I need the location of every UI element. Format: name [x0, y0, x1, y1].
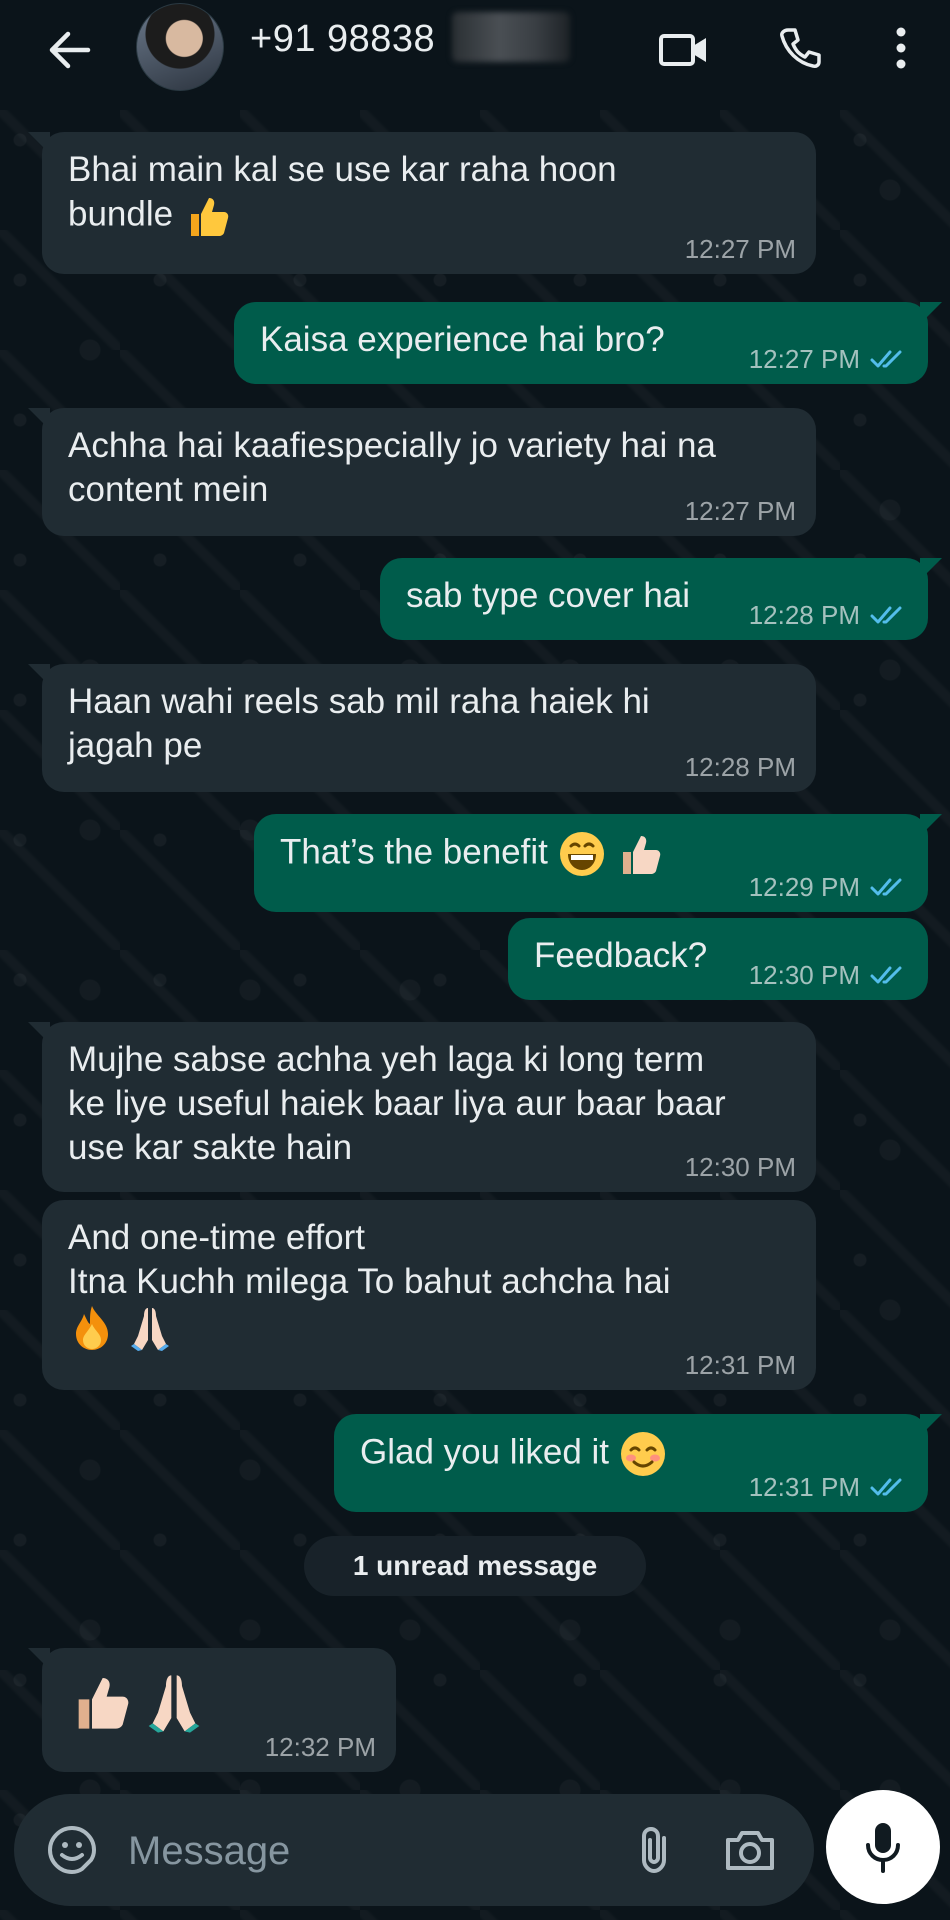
bubble-tail	[28, 664, 50, 686]
message-text: And one-time effort Itna Kuchh milega To…	[68, 1218, 671, 1301]
message-composer	[14, 1794, 814, 1906]
message-incoming[interactable]: Achha hai kaafiespecially jo variety hai…	[28, 408, 816, 536]
message-incoming[interactable]: Haan wahi reels sab mil raha haiek hi ja…	[28, 664, 816, 792]
message-time: 12:28 PM	[748, 600, 860, 630]
message-text: sab type cover hai	[406, 576, 691, 615]
voice-call-icon[interactable]	[772, 20, 828, 76]
camera-icon[interactable]	[720, 1820, 780, 1880]
folded-hands-emoji-icon	[142, 1670, 206, 1734]
message-text: Kaisa experience hai bro?	[260, 320, 665, 359]
message-time: 12:30 PM	[684, 1152, 796, 1182]
emoji-sticker-icon[interactable]	[44, 1822, 100, 1878]
message-text: Glad you liked it	[360, 1432, 610, 1472]
message-outgoing[interactable]: sab type cover hai 12:28 PM	[380, 558, 942, 640]
message-incoming[interactable]: Mujhe sabse achha yeh laga ki long term …	[28, 1022, 816, 1192]
fire-emoji-icon	[68, 1304, 116, 1352]
video-call-icon[interactable]	[656, 22, 712, 78]
thumbs-up-emoji-icon	[68, 1670, 132, 1734]
bubble-tail	[920, 814, 942, 836]
message-time: 12:27 PM	[748, 344, 860, 374]
bubble-tail	[28, 132, 50, 154]
message-time: 12:32 PM	[264, 1732, 376, 1762]
message-outgoing[interactable]: Feedback? 12:30 PM	[508, 918, 928, 1000]
message-outgoing[interactable]: Kaisa experience hai bro? 12:27 PM	[234, 302, 942, 384]
read-receipt-icon	[870, 1478, 902, 1496]
redacted-number	[452, 12, 570, 62]
bubble-tail	[920, 558, 942, 580]
message-time: 12:27 PM	[684, 496, 796, 526]
smiling-face-emoji-icon	[619, 1430, 667, 1478]
grinning-face-emoji-icon	[558, 830, 606, 878]
message-time: 12:30 PM	[748, 960, 860, 990]
read-receipt-icon	[870, 350, 902, 368]
message-time: 12:27 PM	[684, 234, 796, 264]
message-text: Achha hai kaafiespecially jo variety hai…	[68, 426, 716, 509]
message-outgoing[interactable]: That’s the benefit 12:29 PM	[254, 814, 942, 912]
message-text: Mujhe sabse achha yeh laga ki long term …	[68, 1040, 726, 1167]
message-text: Feedback?	[534, 936, 708, 975]
bubble-tail	[920, 1414, 942, 1436]
voice-message-button[interactable]	[826, 1790, 940, 1904]
chat-header: +91 98838	[0, 0, 950, 110]
more-options-icon[interactable]	[876, 18, 926, 78]
message-time: 12:28 PM	[684, 752, 796, 782]
message-text: That’s the benefit	[280, 832, 548, 872]
message-incoming[interactable]: 12:32 PM	[28, 1648, 396, 1772]
read-receipt-icon	[870, 606, 902, 624]
bubble-tail	[28, 1022, 50, 1044]
contact-name[interactable]: +91 98838	[250, 18, 435, 61]
bubble-tail	[28, 1648, 50, 1670]
thumbs-up-emoji-icon	[615, 830, 663, 878]
message-time: 12:31 PM	[684, 1350, 796, 1380]
message-time: 12:29 PM	[748, 872, 860, 902]
back-arrow-icon[interactable]	[42, 22, 98, 78]
unread-messages-divider: 1 unread message	[304, 1536, 646, 1596]
message-incoming[interactable]: And one-time effort Itna Kuchh milega To…	[42, 1200, 816, 1390]
thumbs-up-emoji-icon	[183, 192, 231, 240]
message-outgoing[interactable]: Glad you liked it 12:31 PM	[334, 1414, 942, 1512]
message-incoming[interactable]: Bhai main kal se use kar raha hoon bundl…	[28, 132, 816, 274]
attach-icon[interactable]	[626, 1820, 682, 1880]
message-text: Bhai main kal se use kar raha hoon bundl…	[68, 150, 617, 234]
message-list[interactable]: Bhai main kal se use kar raha hoon bundl…	[0, 110, 950, 1790]
contact-avatar[interactable]	[136, 3, 224, 91]
message-time: 12:31 PM	[748, 1472, 860, 1502]
message-input[interactable]	[126, 1820, 610, 1882]
read-receipt-icon	[870, 966, 902, 984]
read-receipt-icon	[870, 878, 902, 896]
bubble-tail	[920, 302, 942, 324]
folded-hands-emoji-icon	[126, 1304, 174, 1352]
message-text: Haan wahi reels sab mil raha haiek hi ja…	[68, 682, 650, 765]
bubble-tail	[28, 408, 50, 430]
mic-icon	[866, 1823, 900, 1873]
